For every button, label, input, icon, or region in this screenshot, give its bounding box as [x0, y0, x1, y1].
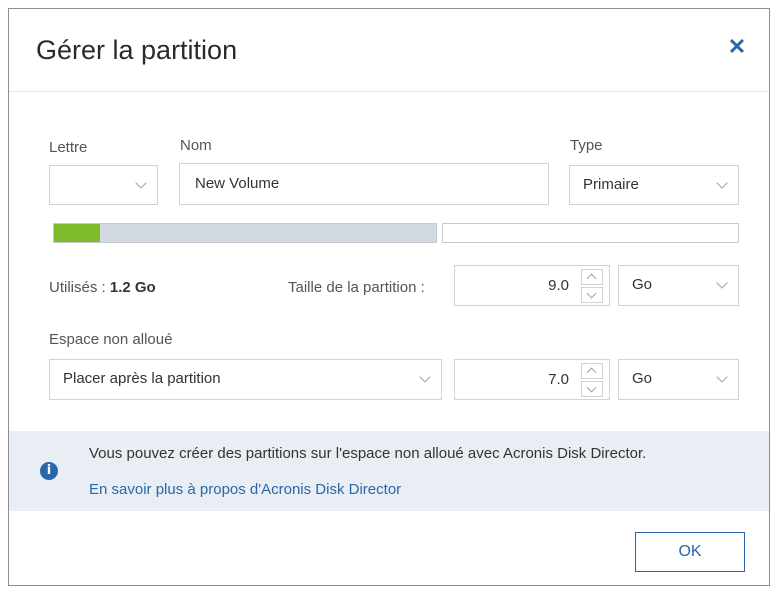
name-value: New Volume: [195, 175, 280, 192]
type-dropdown[interactable]: Primaire: [569, 165, 739, 205]
chevron-down-icon: [419, 371, 431, 383]
unallocated-size-value: 7.0: [548, 371, 569, 388]
chevron-down-icon: [716, 177, 728, 189]
name-input[interactable]: New Volume: [179, 163, 549, 205]
chevron-down-icon: [135, 177, 147, 189]
decrement-icon[interactable]: [581, 381, 603, 397]
close-icon[interactable]: ✕: [723, 33, 751, 61]
partition-size-unit-dropdown[interactable]: Go: [618, 265, 739, 306]
used-label: Utilisés :: [49, 279, 106, 296]
used-space-text: Utilisés : 1.2 Go: [49, 279, 156, 296]
info-icon: i: [40, 462, 58, 480]
unallocated-unit-dropdown[interactable]: Go: [618, 359, 739, 400]
type-label: Type: [570, 137, 603, 154]
learn-more-link[interactable]: En savoir plus à propos d'Acronis Disk D…: [89, 481, 401, 498]
used-space-bar[interactable]: [53, 223, 437, 243]
letter-label: Lettre: [49, 139, 88, 156]
decrement-icon[interactable]: [581, 287, 603, 303]
used-value: 1.2 Go: [109, 279, 156, 296]
partition-size-value: 9.0: [548, 277, 569, 294]
increment-icon[interactable]: [581, 269, 603, 285]
unallocated-unit: Go: [632, 370, 653, 387]
partition-size-unit: Go: [632, 276, 653, 293]
used-space-fill: [54, 224, 100, 242]
increment-icon[interactable]: [581, 363, 603, 379]
unallocated-placement-value: Placer après la partition: [63, 370, 221, 387]
partition-size-stepper[interactable]: 9.0: [454, 265, 610, 306]
letter-dropdown[interactable]: [49, 165, 158, 205]
unallocated-size-stepper[interactable]: 7.0: [454, 359, 610, 400]
chevron-down-icon: [716, 371, 728, 383]
unallocated-label: Espace non alloué: [49, 331, 173, 348]
dialog-title: Gérer la partition: [36, 35, 238, 65]
stepper-arrows: [581, 269, 603, 303]
unallocated-space-bar: [442, 223, 739, 243]
ok-button[interactable]: OK: [635, 532, 745, 572]
unallocated-placement-dropdown[interactable]: Placer après la partition: [49, 359, 442, 400]
info-banner: i Vous pouvez créer des partitions sur l…: [9, 431, 769, 511]
manage-partition-dialog: Gérer la partition ✕ Lettre Nom New Volu…: [8, 8, 770, 586]
partition-size-label: Taille de la partition :: [288, 279, 425, 296]
stepper-arrows: [581, 363, 603, 397]
info-text: Vous pouvez créer des partitions sur l'e…: [89, 445, 647, 462]
chevron-down-icon: [716, 277, 728, 289]
dialog-titlebar: Gérer la partition ✕: [9, 9, 769, 92]
name-label: Nom: [180, 137, 212, 154]
type-value: Primaire: [583, 176, 639, 193]
